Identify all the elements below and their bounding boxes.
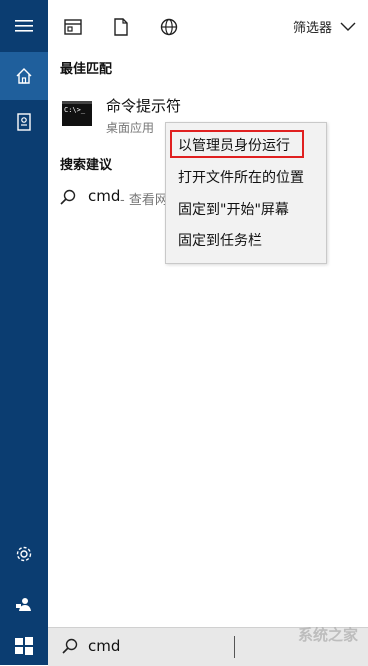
top-toolbar: 筛选器 [48,0,368,52]
menu-item-open-file-location[interactable]: 打开文件所在的位置 [178,167,304,187]
text-caret [234,636,235,658]
notebook-icon[interactable] [0,98,48,146]
result-title: 命令提示符 [106,97,182,115]
windows-logo-icon [15,637,33,655]
suggestions-heading: 搜索建议 [60,158,113,173]
menu-item-run-as-admin[interactable]: 以管理员身份运行 [178,135,290,155]
start-button[interactable] [0,627,48,665]
web-globe-icon[interactable] [158,16,180,38]
filter-dropdown[interactable]: 筛选器 [293,17,356,36]
watermark: 系统之家 [297,626,358,644]
suggestion-text: cmd [88,187,121,205]
search-input[interactable]: cmd [88,637,120,655]
feedback-person-icon[interactable] [0,580,48,628]
document-icon[interactable] [110,16,132,38]
best-match-heading: 最佳匹配 [60,62,113,77]
search-icon [62,638,78,654]
search-icon [60,189,76,205]
apps-icon[interactable] [62,16,84,38]
home-icon[interactable] [0,52,48,100]
command-prompt-icon: C:\>_ [62,101,92,126]
menu-item-pin-to-taskbar[interactable]: 固定到任务栏 [178,230,262,250]
search-results-panel: 筛选器 最佳匹配 C:\>_ 命令提示符 桌面应用 搜索建议 cmd - 查看网 [48,0,368,627]
suggestion-more: - 查看网 [120,193,168,208]
filter-label: 筛选器 [292,21,332,36]
left-rail [0,0,48,665]
menu-item-pin-to-start[interactable]: 固定到"开始"屏幕 [178,199,289,219]
hamburger-menu-icon[interactable] [0,2,48,50]
settings-gear-icon[interactable] [0,530,48,578]
chevron-down-icon [340,22,356,31]
context-menu: 以管理员身份运行 打开文件所在的位置 固定到"开始"屏幕 固定到任务栏 [165,122,327,264]
result-subtitle: 桌面应用 [106,121,155,135]
